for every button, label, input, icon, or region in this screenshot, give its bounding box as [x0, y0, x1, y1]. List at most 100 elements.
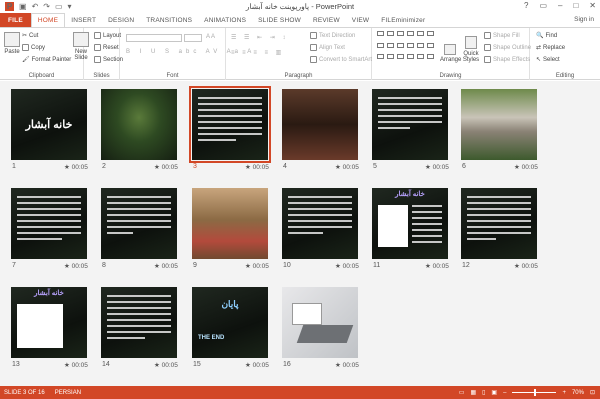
slide-thumbnail[interactable] — [282, 89, 358, 160]
shape-curve-icon[interactable] — [407, 42, 414, 48]
shape-equation-icon[interactable] — [397, 54, 404, 60]
text-direction-label: Text Direction — [319, 32, 356, 39]
slide-number: 5 — [373, 163, 377, 170]
shape-effects-button[interactable]: Shape Effects — [484, 56, 530, 63]
slide-time: 00:05 — [342, 164, 359, 171]
select-label: Select — [543, 56, 560, 63]
text-direction-button[interactable]: Text Direction — [310, 32, 355, 39]
slide-timing: ★ 00:05 — [245, 362, 269, 369]
slide-number: 6 — [462, 163, 466, 170]
reset-button[interactable]: Reset — [94, 44, 119, 51]
zoom-in-icon[interactable]: + — [562, 390, 566, 396]
slide-thumbnail[interactable] — [461, 188, 537, 259]
section-button[interactable]: Section — [94, 56, 123, 63]
tab-animations[interactable]: ANIMATIONS — [198, 13, 252, 27]
align-text-button[interactable]: Align Text — [310, 44, 345, 51]
format-painter-button[interactable]: 🖌 Format Painter — [22, 56, 71, 64]
sign-in-link[interactable]: Sign in — [574, 16, 594, 23]
shape-textbox-icon[interactable] — [377, 31, 384, 36]
shape-fill-button[interactable]: Shape Fill — [484, 32, 520, 39]
slide-timing: ★ 00:05 — [245, 164, 269, 171]
tab-file[interactable]: FILE — [0, 13, 31, 27]
tab-fileminimizer[interactable]: FILEminimizer — [375, 13, 431, 27]
slide-text-lines — [107, 295, 171, 343]
slide-thumbnail[interactable] — [282, 287, 358, 358]
shape-action-icon[interactable] — [417, 54, 424, 60]
shape-block-arrow-icon[interactable] — [387, 42, 394, 48]
tab-home[interactable]: HOME — [30, 13, 66, 27]
arrange-button[interactable]: Arrange — [440, 44, 461, 63]
list-buttons[interactable]: ☰ ☰ ⇤ ⇥ ↕ — [231, 34, 288, 41]
convert-smartart-button[interactable]: Convert to SmartArt — [310, 56, 372, 63]
select-button[interactable]: ↖ Select — [536, 56, 560, 64]
paste-button[interactable]: Paste — [3, 32, 21, 55]
shape-flowchart-icon[interactable] — [387, 54, 394, 60]
tab-insert[interactable]: INSERT — [65, 13, 102, 27]
slide-thumbnail[interactable] — [372, 89, 448, 160]
shape-banner-icon[interactable] — [407, 54, 414, 60]
shape-rounded-rect-icon[interactable] — [397, 42, 404, 48]
shape-more-icon[interactable] — [427, 54, 434, 60]
tab-view[interactable]: VIEW — [346, 13, 375, 27]
shape-oval-icon[interactable] — [417, 31, 424, 36]
zoom-slider-thumb[interactable] — [534, 389, 537, 396]
tab-transitions[interactable]: TRANSITIONS — [140, 13, 198, 27]
paragraph-group: ☰ ☰ ⇤ ⇥ ↕ ≡ ≡ ≡ ≡ ▥ Text Direction Align… — [226, 28, 372, 80]
quick-styles-button[interactable]: Quick Styles — [462, 36, 480, 63]
ribbon-tabs: FILE HOME INSERT DESIGN TRANSITIONS ANIM… — [0, 13, 600, 27]
shapes-gallery[interactable] — [377, 31, 434, 64]
slide-thumbnail[interactable]: پایان THE END — [192, 287, 268, 358]
shape-brace-icon[interactable] — [427, 42, 434, 48]
font-size-box[interactable] — [184, 34, 202, 42]
slide-thumbnail[interactable]: خانه آبشار — [11, 89, 87, 160]
reading-view-icon[interactable]: ▯ — [482, 389, 485, 396]
new-slide-button[interactable]: New Slide — [70, 32, 92, 61]
slide-thumbnail[interactable]: خانه آبشار — [372, 188, 448, 259]
slide-sorter-view-icon[interactable]: ▦ — [470, 389, 476, 396]
ribbon-display-icon[interactable]: ▭ — [539, 1, 547, 10]
scissors-icon: ✂ — [22, 33, 28, 39]
zoom-slider[interactable] — [512, 389, 557, 396]
zoom-level[interactable]: 70% — [572, 390, 584, 396]
reset-icon — [94, 44, 101, 51]
shape-arrow-icon[interactable] — [397, 31, 404, 36]
tab-design[interactable]: DESIGN — [102, 13, 140, 27]
slide-thumbnail-selected[interactable] — [189, 86, 271, 163]
slideshow-view-icon[interactable]: ▣ — [491, 389, 497, 396]
slide-thumbnail[interactable] — [11, 188, 87, 259]
zoom-out-icon[interactable]: – — [503, 390, 506, 396]
minimize-button[interactable]: – — [558, 1, 562, 10]
slide-thumbnail[interactable] — [282, 188, 358, 259]
normal-view-icon[interactable]: ▭ — [459, 389, 465, 396]
tab-slide-show[interactable]: SLIDE SHOW — [252, 13, 307, 27]
shape-line-icon[interactable] — [387, 31, 394, 36]
layout-button[interactable]: Layout — [94, 32, 121, 39]
shape-triangle-icon[interactable] — [427, 31, 434, 36]
text-direction-icon — [310, 32, 317, 39]
slide-thumbnail[interactable] — [101, 287, 177, 358]
replace-button[interactable]: ⇄ Replace — [536, 44, 565, 52]
copy-button[interactable]: Copy — [22, 44, 45, 51]
slide-thumbnail[interactable]: خانه آبشار — [11, 287, 87, 358]
shape-rectangle-icon[interactable] — [407, 31, 414, 36]
slide-thumbnail[interactable] — [101, 89, 177, 160]
restore-button[interactable]: □ — [573, 1, 578, 10]
fit-to-window-icon[interactable]: ⊡ — [590, 389, 595, 396]
shape-outline-button[interactable]: Shape Outline — [484, 44, 531, 51]
font-name-box[interactable] — [126, 34, 182, 42]
cut-button[interactable]: ✂ Cut — [22, 32, 38, 40]
slide-thumbnail[interactable] — [192, 188, 268, 259]
slide-thumbnail[interactable] — [101, 188, 177, 259]
language-indicator[interactable]: PERSIAN — [55, 390, 81, 396]
align-buttons[interactable]: ≡ ≡ ≡ ≡ ▥ — [231, 49, 284, 56]
close-button[interactable]: ✕ — [589, 1, 596, 10]
slide-thumbnail[interactable] — [461, 89, 537, 160]
font-size-icons[interactable]: A A — [206, 34, 215, 40]
shape-star-icon[interactable] — [417, 42, 424, 48]
slide-timing: ★ 00:05 — [425, 164, 449, 171]
find-button[interactable]: 🔍 Find — [536, 32, 557, 40]
tab-review[interactable]: REVIEW — [307, 13, 346, 27]
shape-connector-icon[interactable] — [377, 42, 384, 48]
shape-callout-icon[interactable] — [377, 54, 384, 60]
help-button[interactable]: ? — [524, 1, 528, 10]
